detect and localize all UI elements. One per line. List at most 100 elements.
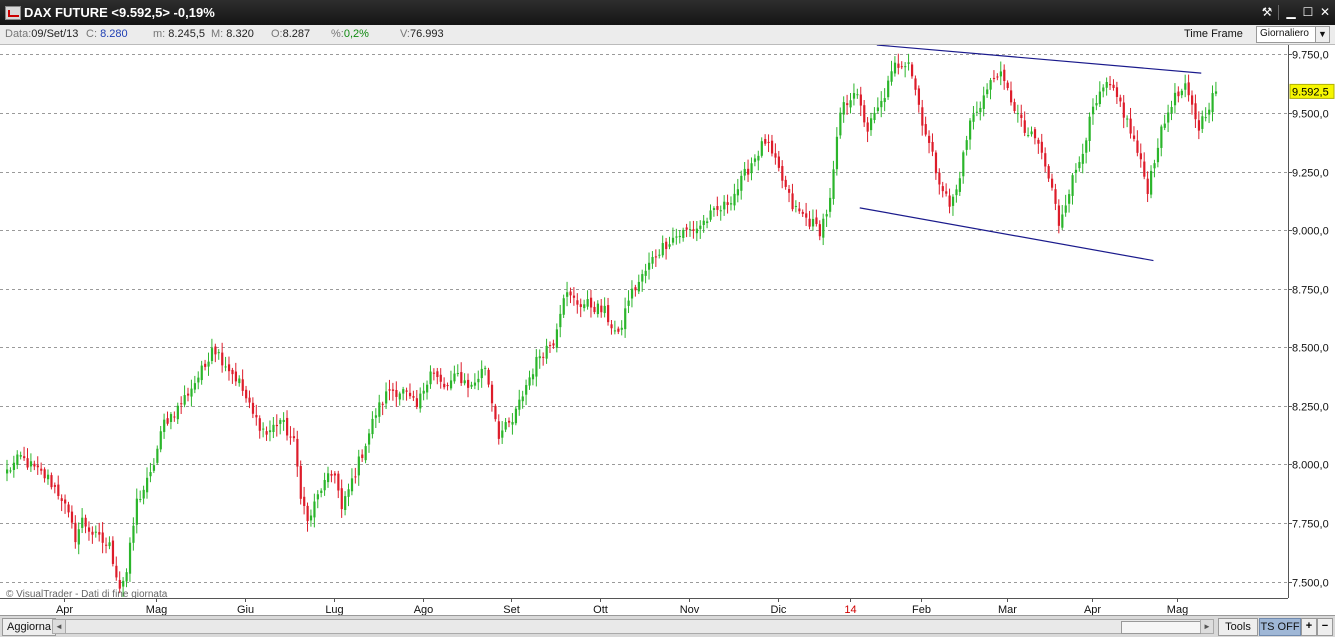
candle-body <box>893 62 897 74</box>
candle-body <box>385 391 388 404</box>
candle-body <box>484 367 487 369</box>
chevron-down-icon[interactable]: ▼ <box>1315 27 1329 42</box>
candle-body <box>654 256 658 258</box>
chart-app-icon <box>5 6 21 20</box>
price-chart[interactable]: 7.500,0 7.750,0 8.000,0 8.250,0 8.500,0 8.750… <box>0 44 1335 616</box>
scrollbar-thumb[interactable] <box>1121 621 1201 634</box>
candle-body <box>996 76 999 78</box>
horizontal-scrollbar[interactable]: ◄ ► <box>52 619 1214 634</box>
candle-body <box>1187 82 1190 96</box>
candle-body <box>750 163 753 174</box>
candle-body <box>897 63 900 68</box>
candle-body <box>333 473 337 476</box>
candle-body <box>1078 162 1081 169</box>
candle-body <box>279 420 282 424</box>
volume-value: 76.993 <box>410 28 444 40</box>
candle-body <box>412 396 415 398</box>
candle-body <box>975 111 979 113</box>
close-button[interactable]: ✕ <box>1316 4 1334 21</box>
candle-body <box>955 189 958 196</box>
candle-body <box>1061 214 1064 228</box>
candle-body <box>743 168 746 176</box>
candle-body <box>528 377 531 386</box>
candle-body <box>367 433 371 445</box>
candle-body <box>671 237 675 243</box>
candle-body <box>583 304 586 309</box>
candle-body <box>197 377 200 383</box>
candle-body <box>224 366 227 368</box>
candle-body <box>747 168 750 175</box>
zoom-in-button[interactable]: + <box>1301 618 1317 636</box>
candle-body <box>299 465 302 499</box>
candle-body <box>767 141 770 143</box>
zoom-out-button[interactable]: − <box>1317 618 1333 636</box>
candle-body <box>637 281 640 292</box>
candle-body <box>43 469 46 479</box>
candle-body <box>962 152 965 177</box>
candle-body <box>173 416 176 418</box>
candle-body <box>764 138 767 144</box>
candle-body <box>1167 112 1170 123</box>
tools-wrench-icon[interactable]: ⚒ <box>1258 4 1276 21</box>
candle-body <box>64 499 67 504</box>
candle-body <box>1115 87 1119 97</box>
candle-body <box>880 100 883 108</box>
candle-body <box>402 389 405 394</box>
candle-body <box>371 418 374 435</box>
date-readout: Data:09/Set/13 <box>5 28 78 40</box>
candle-body <box>231 369 234 375</box>
candle-body <box>296 438 299 467</box>
timeframe-select[interactable]: Giornaliero ▼ <box>1256 26 1330 43</box>
y-tick-label: 8.750,0 <box>1292 285 1329 297</box>
scroll-left-arrow-icon[interactable]: ◄ <box>53 620 66 633</box>
candle-body <box>286 417 289 436</box>
candle-body <box>77 529 80 545</box>
change-readout: %:0,2% <box>331 28 369 40</box>
x-tick-label: 14 <box>844 604 856 615</box>
maximize-button[interactable]: ☐ <box>1299 4 1317 21</box>
candle-body <box>258 418 261 431</box>
candle-body <box>620 327 623 330</box>
candle-body <box>1177 91 1180 97</box>
candle-body <box>81 517 84 528</box>
scroll-right-arrow-icon[interactable]: ► <box>1200 620 1213 633</box>
low-value: 8.245,5 <box>168 28 205 40</box>
candle-body <box>1126 118 1129 120</box>
refresh-button[interactable]: Aggiorna <box>2 618 57 636</box>
ts-off-button[interactable]: TS OFF <box>1259 618 1301 636</box>
chart-area[interactable]: 7.500,0 7.750,0 8.000,0 8.250,0 8.500,0 8.750… <box>0 44 1335 616</box>
candle-body <box>1129 118 1132 134</box>
candle-body <box>869 118 873 131</box>
candle-body <box>477 378 480 383</box>
candle-body <box>794 205 798 207</box>
candle-body <box>422 390 425 394</box>
candle-body <box>948 195 951 207</box>
candle-body <box>829 197 832 212</box>
candle-body <box>630 288 634 299</box>
candle-body <box>234 371 238 382</box>
tools-button[interactable]: Tools <box>1218 618 1258 636</box>
candle-body <box>1180 90 1183 96</box>
candle-body <box>501 430 504 438</box>
candle-body <box>395 389 398 397</box>
candle-body <box>1033 129 1037 139</box>
candle-body <box>883 98 886 103</box>
candle-body <box>914 78 917 90</box>
candle-body <box>1173 92 1177 106</box>
candle-body <box>753 158 757 162</box>
close-readout: C: 8.280 <box>86 28 128 40</box>
candle-body <box>419 393 422 409</box>
candle-body <box>494 405 497 420</box>
candle-body <box>798 208 801 212</box>
candle-body <box>1122 102 1125 118</box>
minimize-button[interactable]: ▁ <box>1282 4 1300 21</box>
candle-body <box>1020 114 1023 118</box>
candle-body <box>135 498 138 525</box>
candle-body <box>289 436 292 438</box>
candle-body <box>1150 170 1153 195</box>
candle-body <box>323 479 326 491</box>
x-tick-label: Ago <box>414 604 434 615</box>
candle-body <box>159 431 162 450</box>
candle-body <box>1006 82 1009 89</box>
candle-body <box>818 224 821 237</box>
